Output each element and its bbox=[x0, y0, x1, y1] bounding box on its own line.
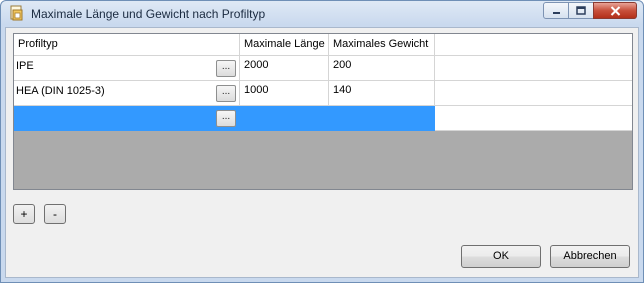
cell-text: IPE bbox=[16, 60, 34, 72]
window-title: Maximale Länge und Gewicht nach Profilty… bbox=[31, 7, 266, 21]
table-row[interactable]: IPE ... 2000 200 bbox=[14, 56, 632, 81]
profile-grid: Profiltyp Maximale Länge Maximales Gewic… bbox=[13, 33, 633, 190]
title-bar[interactable]: Maximale Länge und Gewicht nach Profilty… bbox=[1, 1, 643, 27]
maximize-icon bbox=[576, 6, 586, 15]
cell-text: HEA (DIN 1025-3) bbox=[16, 85, 105, 97]
cell-profiltyp[interactable]: IPE ... bbox=[14, 56, 240, 81]
ellipsis-button[interactable]: ... bbox=[216, 110, 236, 127]
table-row[interactable]: HEA (DIN 1025-3) ... 1000 140 bbox=[14, 81, 632, 106]
table-row-selected[interactable]: ... bbox=[14, 106, 632, 131]
column-header-max-gewicht[interactable]: Maximales Gewicht bbox=[329, 34, 435, 56]
grid-body: Profiltyp Maximale Länge Maximales Gewic… bbox=[14, 34, 632, 189]
ellipsis-button[interactable]: ... bbox=[216, 85, 236, 102]
cell-max-laenge[interactable]: 1000 bbox=[240, 81, 329, 106]
ellipsis-button[interactable]: ... bbox=[216, 60, 236, 77]
column-header-max-laenge[interactable]: Maximale Länge bbox=[240, 34, 329, 56]
cell-filler bbox=[435, 81, 632, 106]
cell-max-gewicht[interactable] bbox=[329, 106, 435, 131]
cell-profiltyp[interactable]: ... bbox=[14, 106, 240, 131]
close-icon bbox=[610, 5, 620, 16]
cell-profiltyp[interactable]: HEA (DIN 1025-3) ... bbox=[14, 81, 240, 106]
grid-header-row: Profiltyp Maximale Länge Maximales Gewic… bbox=[14, 34, 632, 56]
app-icon bbox=[10, 5, 23, 21]
minimize-icon bbox=[552, 11, 560, 14]
cell-max-gewicht[interactable]: 200 bbox=[329, 56, 435, 81]
cell-max-laenge[interactable] bbox=[240, 106, 329, 131]
remove-row-button[interactable]: - bbox=[44, 204, 66, 224]
maximize-button[interactable] bbox=[568, 2, 594, 19]
column-header-filler bbox=[435, 34, 632, 56]
cell-filler bbox=[435, 106, 632, 131]
dialog-window: Maximale Länge und Gewicht nach Profilty… bbox=[0, 0, 644, 283]
cell-max-laenge[interactable]: 2000 bbox=[240, 56, 329, 81]
ok-button[interactable]: OK bbox=[461, 245, 541, 268]
column-header-profiltyp[interactable]: Profiltyp bbox=[14, 34, 240, 56]
cancel-button[interactable]: Abbrechen bbox=[550, 245, 630, 268]
close-button[interactable] bbox=[593, 2, 637, 19]
dialog-client-area: Profiltyp Maximale Länge Maximales Gewic… bbox=[5, 27, 639, 278]
add-row-button[interactable]: + bbox=[13, 204, 35, 224]
minimize-button[interactable] bbox=[543, 2, 569, 19]
cell-filler bbox=[435, 56, 632, 81]
cell-max-gewicht[interactable]: 140 bbox=[329, 81, 435, 106]
window-controls bbox=[543, 2, 637, 19]
